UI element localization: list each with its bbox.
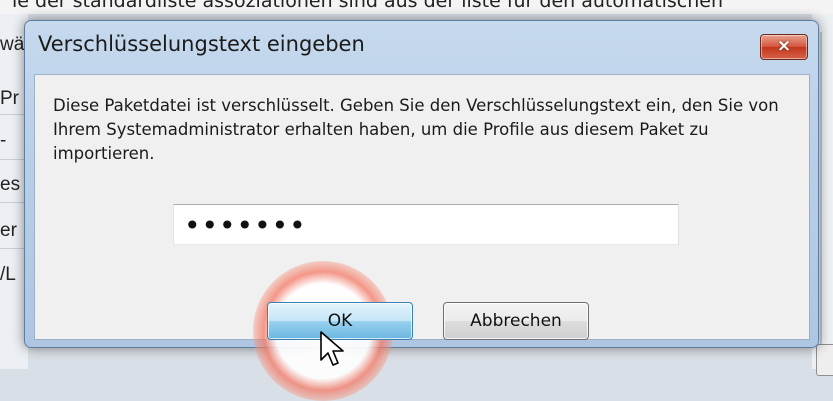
- dialog-message: Diese Paketdatei ist verschlüsselt. Gebe…: [53, 96, 779, 163]
- cancel-button[interactable]: Abbrechen: [443, 302, 589, 340]
- close-icon: ×: [776, 36, 792, 56]
- background-scroll-edge: [820, 32, 822, 352]
- close-button[interactable]: ×: [760, 34, 808, 60]
- dialog-title: Verschlüsselungstext eingeben: [38, 32, 365, 56]
- arrow-cursor-icon: [320, 331, 344, 366]
- dialog-content: Diese Paketdatei ist verschlüsselt. Gebe…: [34, 74, 810, 401]
- background-button-fragment: [816, 344, 833, 376]
- password-value: •••••••: [184, 209, 307, 242]
- dialog-titlebar[interactable]: Verschlüsselungstext eingeben ×: [25, 21, 818, 71]
- encryption-text-dialog: Verschlüsselungstext eingeben × Diese Pa…: [24, 20, 819, 401]
- background-header-text: ie der standardliste assoziationen sind …: [12, 0, 723, 12]
- background-window-header: ie der standardliste assoziationen sind …: [0, 0, 833, 14]
- password-input[interactable]: •••••••: [173, 204, 679, 245]
